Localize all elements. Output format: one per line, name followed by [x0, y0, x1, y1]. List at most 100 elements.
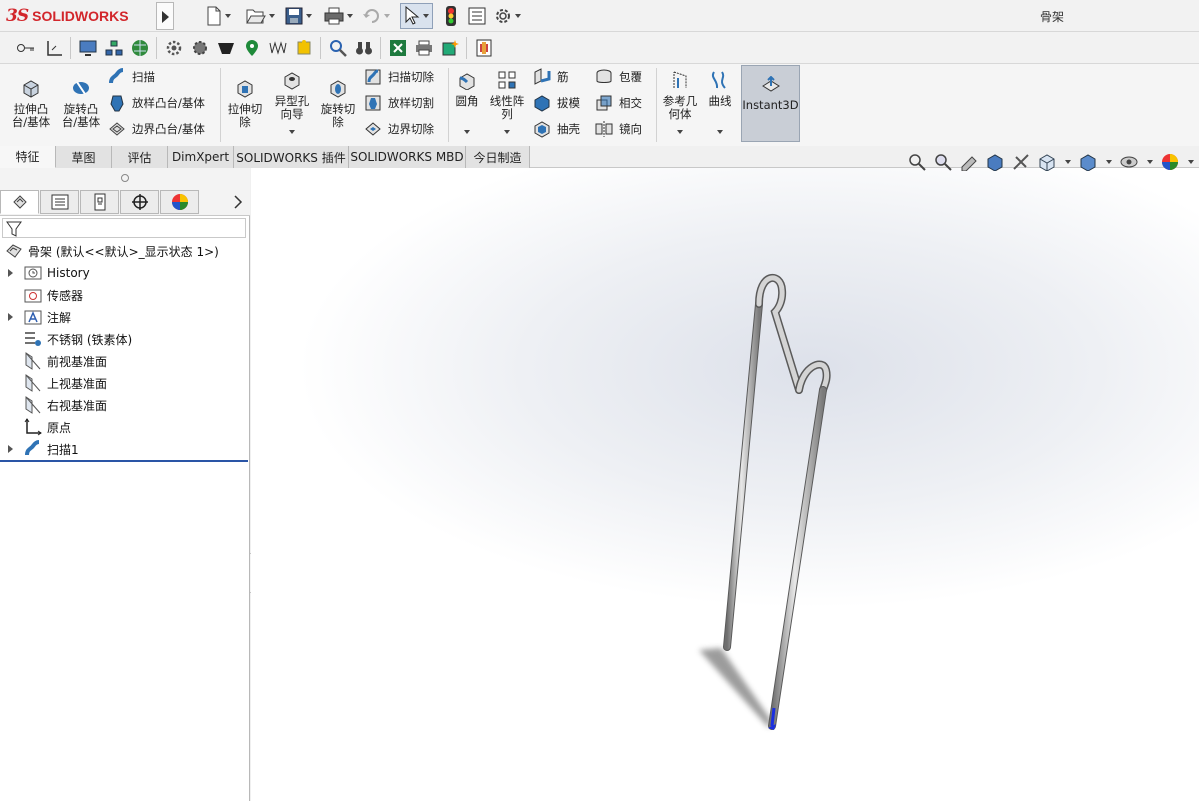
instant3d-button[interactable]: Instant3D: [741, 65, 800, 142]
dimxpert-manager-tab[interactable]: [120, 190, 159, 214]
menu-expand-arrow[interactable]: [156, 2, 174, 30]
open-button[interactable]: [246, 5, 275, 27]
boundary-cut-button[interactable]: 边界切除: [364, 118, 434, 140]
bucket-icon[interactable]: [216, 38, 236, 58]
solidworks-logo[interactable]: 3S SOLIDWORKS: [6, 4, 129, 28]
chevron-down-icon[interactable]: [269, 14, 275, 18]
edit-appearance-icon[interactable]: [1159, 151, 1181, 173]
globe-icon[interactable]: [130, 38, 150, 58]
tree-item-annotations[interactable]: 注解: [8, 306, 71, 328]
expand-arrow-icon[interactable]: [8, 445, 13, 453]
rebuild-button[interactable]: [445, 5, 457, 27]
report-icon[interactable]: [474, 38, 494, 58]
shell-button[interactable]: 抽壳: [533, 118, 580, 140]
revolve-boss-button[interactable]: 旋转凸 台/基体: [58, 78, 104, 129]
binoculars-icon[interactable]: [354, 38, 374, 58]
hide-show-items-icon[interactable]: [1118, 151, 1140, 173]
save-button[interactable]: [285, 5, 312, 27]
printer-icon[interactable]: [414, 38, 434, 58]
tree-item-history[interactable]: History: [8, 262, 238, 284]
dynamic-annotation-icon[interactable]: [1010, 151, 1032, 173]
lofted-cut-button[interactable]: 放样切割: [364, 92, 434, 114]
intersect-button[interactable]: 相交: [595, 92, 642, 114]
chevron-down-icon[interactable]: [504, 130, 510, 134]
tab-sketch[interactable]: 草图: [56, 146, 112, 168]
puzzle-icon[interactable]: [294, 38, 314, 58]
hole-wizard-button[interactable]: 异型孔 向导: [270, 70, 314, 121]
chevron-down-icon[interactable]: [306, 14, 312, 18]
chevron-down-icon[interactable]: [423, 14, 429, 18]
zoom-to-area-icon[interactable]: [932, 151, 954, 173]
options-button[interactable]: [494, 5, 521, 27]
swept-cut-button[interactable]: 扫描切除: [364, 66, 434, 88]
mirror-button[interactable]: 镜向: [595, 118, 642, 140]
boundary-boss-button[interactable]: 边界凸台/基体: [108, 118, 205, 140]
rib-button[interactable]: 筋: [533, 66, 569, 88]
location-pin-icon[interactable]: [242, 38, 262, 58]
property-manager-tab[interactable]: [40, 190, 79, 214]
sweep-button[interactable]: 扫描: [108, 66, 155, 88]
wrap-button[interactable]: 包覆: [595, 66, 642, 88]
tree-item-top-plane[interactable]: 上视基准面: [8, 372, 107, 394]
chevron-down-icon[interactable]: [717, 130, 723, 134]
tree-item-right-plane[interactable]: 右视基准面: [8, 394, 107, 416]
tree-item-sweep1[interactable]: 扫描1: [8, 438, 79, 460]
chevron-right-icon[interactable]: [232, 194, 244, 210]
section-view-icon[interactable]: [984, 151, 1006, 173]
fillet-button[interactable]: 圆角: [452, 70, 482, 108]
tab-manufacturing-today[interactable]: 今日制造: [466, 146, 530, 168]
draft-button[interactable]: 拔模: [533, 92, 580, 114]
network-icon[interactable]: [104, 38, 124, 58]
tree-root-part[interactable]: 骨架 (默认<<默认>_显示状态 1>): [5, 240, 219, 262]
tab-solidworks-mbd[interactable]: SOLIDWORKS MBD: [349, 146, 466, 168]
chevron-down-icon[interactable]: [225, 14, 231, 18]
configuration-manager-tab[interactable]: [80, 190, 119, 214]
chevron-down-icon[interactable]: [1147, 160, 1153, 164]
chevron-down-icon[interactable]: [677, 130, 683, 134]
tree-item-front-plane[interactable]: 前视基准面: [8, 350, 107, 372]
extrude-cut-button[interactable]: 拉伸切 除: [224, 78, 266, 129]
excel-icon[interactable]: [388, 38, 408, 58]
chevron-down-icon[interactable]: [384, 14, 390, 18]
rollback-bar[interactable]: [0, 460, 248, 462]
feature-manager-tab[interactable]: [0, 190, 39, 214]
print-button[interactable]: [324, 5, 353, 27]
tree-item-origin[interactable]: 原点: [8, 416, 71, 438]
graphics-area[interactable]: [251, 168, 1199, 801]
gear-icon[interactable]: [164, 38, 184, 58]
tree-item-material[interactable]: 不锈钢 (铁素体): [8, 328, 132, 350]
linear-pattern-button[interactable]: 线性阵 列: [486, 70, 528, 121]
chevron-down-icon[interactable]: [347, 14, 353, 18]
tab-features[interactable]: 特征: [0, 146, 56, 168]
view-orientation-icon[interactable]: [1036, 151, 1058, 173]
chevron-down-icon[interactable]: [464, 130, 470, 134]
key-icon[interactable]: [16, 38, 36, 58]
chevron-down-icon[interactable]: [289, 130, 295, 134]
expand-arrow-icon[interactable]: [8, 313, 13, 321]
file-properties-button[interactable]: [468, 5, 486, 27]
new-sparkle-icon[interactable]: [440, 38, 460, 58]
select-button[interactable]: [400, 3, 433, 29]
axis-icon[interactable]: [44, 38, 64, 58]
zoom-to-fit-icon[interactable]: [906, 151, 928, 173]
tab-dimxpert[interactable]: DimXpert: [168, 146, 234, 168]
extrude-boss-button[interactable]: 拉伸凸 台/基体: [8, 78, 54, 129]
chevron-down-icon[interactable]: [1106, 160, 1112, 164]
tab-evaluate[interactable]: 评估: [112, 146, 168, 168]
display-style-icon[interactable]: [1077, 151, 1099, 173]
monitor-icon[interactable]: [78, 38, 98, 58]
reference-geometry-button[interactable]: 参考几 何体: [660, 70, 700, 121]
tree-filter-input[interactable]: [2, 218, 246, 238]
tab-solidworks-addins[interactable]: SOLIDWORKS 插件: [234, 146, 349, 168]
previous-view-icon[interactable]: [958, 151, 980, 173]
chevron-down-icon[interactable]: [1065, 160, 1071, 164]
tree-item-sensors[interactable]: 传感器: [8, 284, 83, 306]
expand-arrow-icon[interactable]: [8, 269, 13, 277]
revolve-cut-button[interactable]: 旋转切 除: [316, 78, 360, 129]
new-document-button[interactable]: [206, 5, 231, 27]
display-manager-tab[interactable]: [160, 190, 199, 214]
loft-boss-button[interactable]: 放样凸台/基体: [108, 92, 205, 114]
search-icon[interactable]: [328, 38, 348, 58]
spring-icon[interactable]: [268, 38, 288, 58]
curves-button[interactable]: 曲线: [704, 70, 736, 108]
